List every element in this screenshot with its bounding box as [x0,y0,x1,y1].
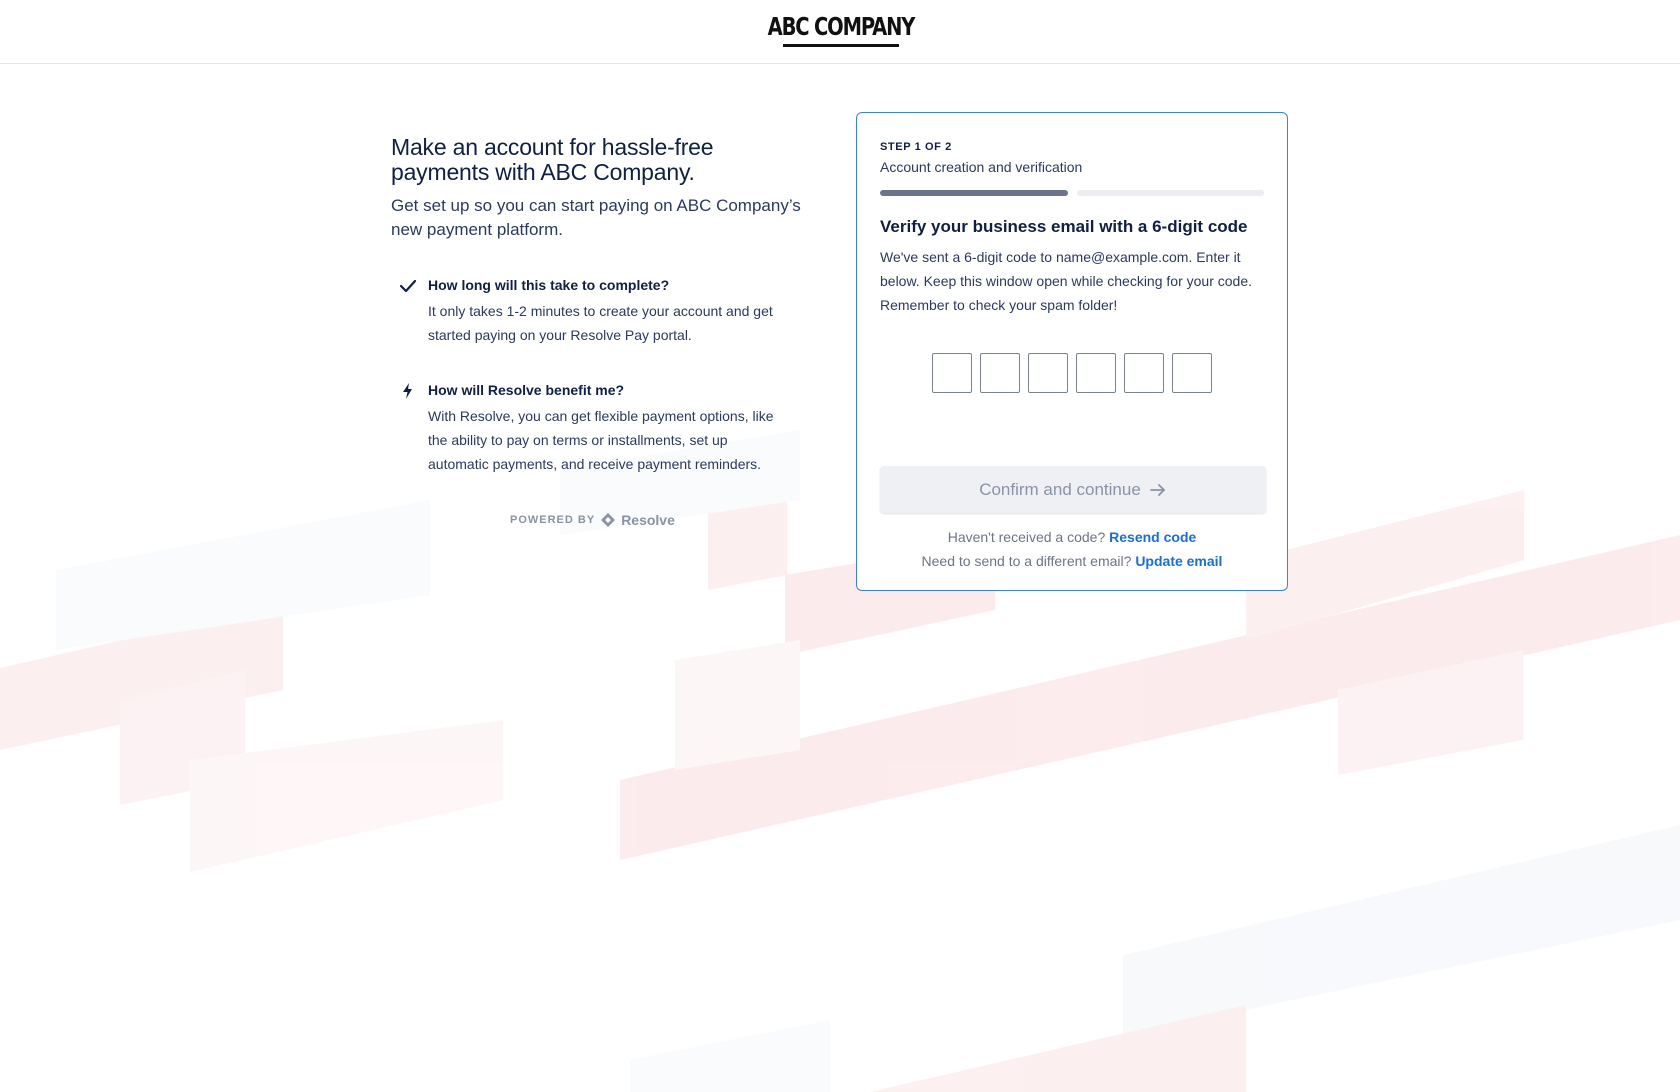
progress-segment-complete [880,190,1068,196]
step-description: Account creation and verification [880,159,1083,175]
code-digit-3[interactable] [1028,353,1068,393]
confirm-continue-button[interactable]: Confirm and continue [880,466,1266,513]
page-subhead: Get set up so you can start paying on AB… [391,196,801,239]
update-prompt: Need to send to a different email? [921,553,1132,569]
logo-underline [783,44,899,47]
code-digit-5[interactable] [1124,353,1164,393]
resolve-brand-name: Resolve [621,512,675,528]
background-decoration [0,430,1680,1092]
code-digit-6[interactable] [1172,353,1212,393]
code-digit-2[interactable] [980,353,1020,393]
abc-company-logo[interactable]: ABC COMPANY [768,12,915,50]
feature-title: How will Resolve benefit me? [428,382,625,398]
confirm-button-label: Confirm and continue [979,479,1141,499]
update-email-link[interactable]: Update email [1135,553,1222,569]
step-label: STEP 1 OF 2 [880,141,952,153]
feature-benefit: How will Resolve benefit me? With Resolv… [391,380,811,476]
resend-prompt: Haven't received a code? [947,529,1106,545]
intro-panel: Make an account for hassle-free payments… [391,134,811,529]
top-bar: ABC COMPANY [0,0,1680,64]
step-progress-bar [880,190,1264,196]
lightning-icon [403,383,412,399]
logo-text: ABC COMPANY [767,12,916,41]
verification-card: STEP 1 OF 2 Account creation and verific… [856,112,1288,591]
resend-code-link[interactable]: Resend code [1109,529,1196,545]
powered-by-label: POWERED BY [510,514,596,526]
powered-by: POWERED BY Resolve [510,512,811,528]
feature-body: With Resolve, you can get flexible payme… [428,408,774,472]
verify-title: Verify your business email with a 6-digi… [880,217,1248,236]
verify-instructions: We've sent a 6-digit code to name@exampl… [880,249,1252,313]
feature-title: How long will this take to complete? [428,277,670,293]
progress-segment-pending [1076,190,1264,196]
code-digit-1[interactable] [932,353,972,393]
check-icon [399,279,417,293]
resend-line: Haven't received a code? Resend code [880,525,1264,549]
feature-body: It only takes 1-2 minutes to create your… [428,303,773,343]
update-email-line: Need to send to a different email? Updat… [880,549,1264,573]
arrow-right-icon [1149,483,1165,496]
code-input-group [880,353,1264,393]
page-headline: Make an account for hassle-free payments… [391,134,714,185]
feature-time: How long will this take to complete? It … [391,275,811,347]
resolve-logo-icon [601,513,616,527]
code-digit-4[interactable] [1076,353,1116,393]
